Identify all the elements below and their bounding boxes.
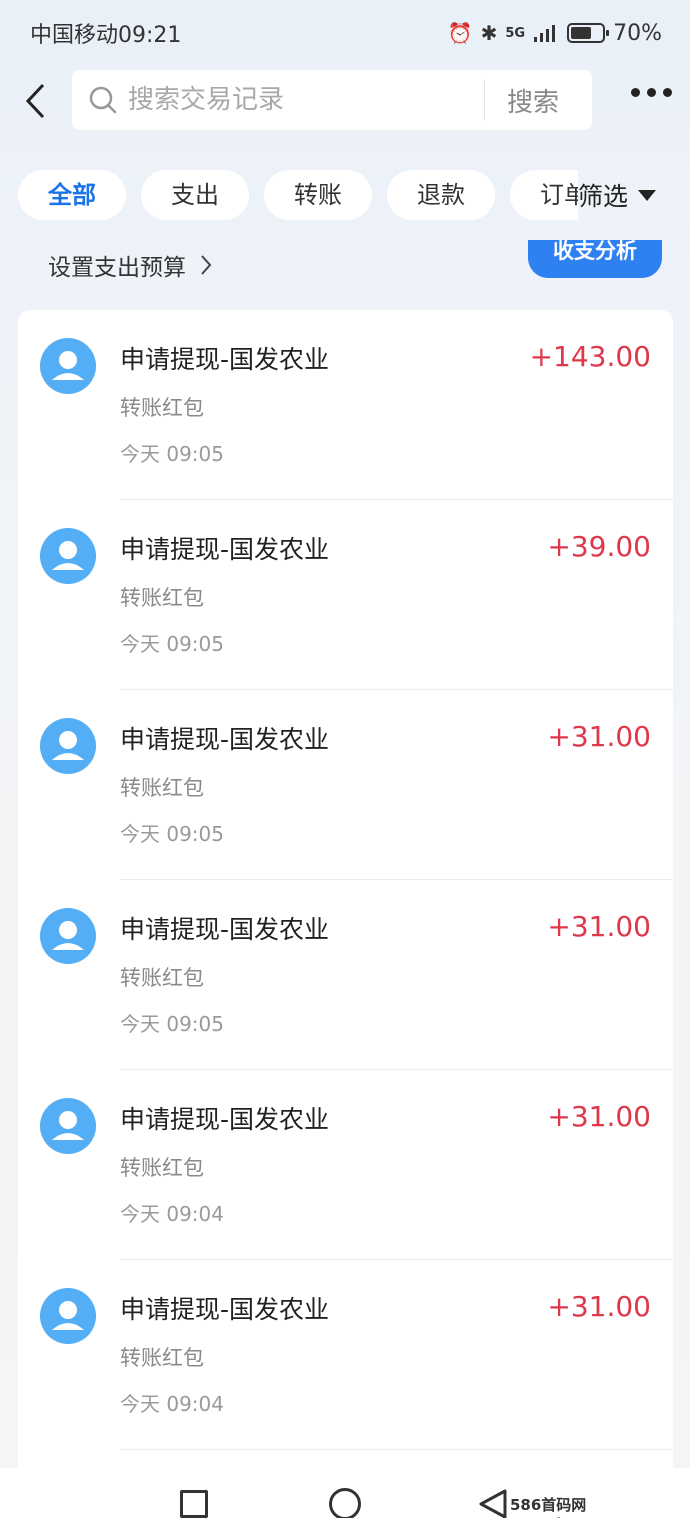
transaction-title: 申请提现-国发农业	[120, 535, 330, 564]
tab-expense[interactable]: 支出	[141, 170, 249, 220]
transaction-type: 转账红包	[120, 1346, 204, 1370]
tab-all[interactable]: 全部	[18, 170, 126, 220]
budget-label: 设置支出预算	[48, 255, 186, 281]
transaction-amount: +31.00	[547, 910, 651, 943]
transaction-amount: +31.00	[547, 1290, 651, 1323]
status-icons: ⏰ ✱ 5G 70%	[448, 21, 662, 46]
transaction-time: 今天 09:05	[120, 632, 224, 656]
carrier-time: 中国移动09:21	[30, 23, 182, 48]
transaction-type: 转账红包	[120, 396, 204, 420]
search-divider	[484, 79, 485, 121]
transaction-row[interactable]: 申请提现-国发农业 转账红包 今天 09:04 +31.00	[18, 1260, 673, 1450]
battery-level	[571, 27, 591, 39]
status-bar: 中国移动09:21 ⏰ ✱ 5G 70%	[0, 0, 690, 66]
transaction-row[interactable]: 申请提现-国发农业 转账红包 今天 09:05 +143.00	[18, 310, 673, 500]
more-dot	[663, 88, 672, 97]
transaction-type: 转账红包	[120, 1156, 204, 1180]
chevron-right-icon	[201, 255, 212, 275]
transaction-row[interactable]: 申请提现-国发农业 转账红包 今天 09:05 +31.00	[18, 690, 673, 880]
avatar	[40, 908, 96, 964]
transaction-title: 申请提现-国发农业	[120, 725, 330, 754]
user-icon	[52, 351, 84, 380]
transaction-row[interactable]: 申请提现-国发农业 转账红包 今天 09:05 +39.00	[18, 500, 673, 690]
avatar	[40, 718, 96, 774]
income-expense-analysis-button[interactable]: 收支分析	[528, 240, 662, 278]
search-button[interactable]: 搜索	[507, 82, 559, 119]
user-icon	[52, 541, 84, 570]
more-dot	[631, 88, 640, 97]
search-icon	[89, 86, 117, 114]
bluetooth-icon: ✱	[480, 21, 498, 45]
caret-down-icon	[638, 189, 657, 201]
chevron-left-icon	[25, 83, 45, 119]
tab-transfer[interactable]: 转账	[264, 170, 372, 220]
transaction-row[interactable]: 申请提现-国发农业 转账红包 今天 09:05 +31.00	[18, 880, 673, 1070]
more-dot	[647, 88, 656, 97]
watermark: 586首码网 www.h586.com	[510, 1496, 639, 1518]
back-button[interactable]	[0, 66, 70, 136]
row-divider	[120, 1449, 673, 1450]
home-button[interactable]	[329, 1488, 361, 1518]
user-icon	[52, 1111, 84, 1140]
recent-apps-button[interactable]	[180, 1490, 208, 1518]
transaction-time: 今天 09:05	[120, 442, 224, 466]
transaction-amount: +39.00	[547, 530, 651, 563]
user-icon	[52, 731, 84, 760]
battery-icon	[567, 23, 610, 43]
signal-icon	[534, 25, 556, 42]
transaction-list: 申请提现-国发农业 转账红包 今天 09:05 +143.00 申请提现-国发农…	[18, 310, 673, 1470]
nav-back-triangle-icon[interactable]	[478, 1488, 508, 1518]
transaction-title: 申请提现-国发农业	[120, 1105, 330, 1134]
tab-refund[interactable]: 退款	[387, 170, 495, 220]
tab-order[interactable]: 订单	[510, 170, 578, 220]
set-budget-link[interactable]: 设置支出预算	[48, 248, 212, 282]
transaction-amount: +31.00	[547, 720, 651, 753]
avatar	[40, 1098, 96, 1154]
category-tabs: 全部 支出 转账 退款 订单	[18, 170, 578, 220]
transaction-amount: +31.00	[547, 1100, 651, 1133]
alarm-icon: ⏰	[447, 21, 473, 45]
filter-label: 筛选	[578, 182, 629, 211]
transaction-time: 今天 09:05	[120, 1012, 224, 1036]
transaction-type: 转账红包	[120, 586, 204, 610]
transaction-title: 申请提现-国发农业	[120, 345, 330, 374]
transaction-time: 今天 09:05	[120, 822, 224, 846]
transaction-amount: +143.00	[529, 340, 651, 373]
avatar	[40, 338, 96, 394]
transaction-type: 转账红包	[120, 966, 204, 990]
user-icon	[52, 1301, 84, 1330]
user-icon	[52, 921, 84, 950]
more-options-button[interactable]	[631, 88, 672, 97]
search-input[interactable]	[128, 85, 468, 115]
search-box[interactable]: 搜索	[72, 70, 592, 130]
avatar	[40, 1288, 96, 1344]
network-type: 5G	[505, 25, 526, 41]
transaction-title: 申请提现-国发农业	[120, 915, 330, 944]
transaction-type: 转账红包	[120, 776, 204, 800]
battery-percent: 70%	[613, 20, 662, 46]
avatar	[40, 528, 96, 584]
system-nav-bar: 586首码网 www.h586.com	[0, 1468, 690, 1518]
transaction-time: 今天 09:04	[120, 1202, 224, 1226]
transaction-title: 申请提现-国发农业	[120, 1295, 330, 1324]
header: 搜索	[0, 66, 690, 136]
transaction-row[interactable]: 申请提现-国发农业 转账红包 今天 09:04 +31.00	[18, 1070, 673, 1260]
transaction-time: 今天 09:04	[120, 1392, 224, 1416]
filter-button[interactable]: 筛选	[578, 170, 690, 220]
